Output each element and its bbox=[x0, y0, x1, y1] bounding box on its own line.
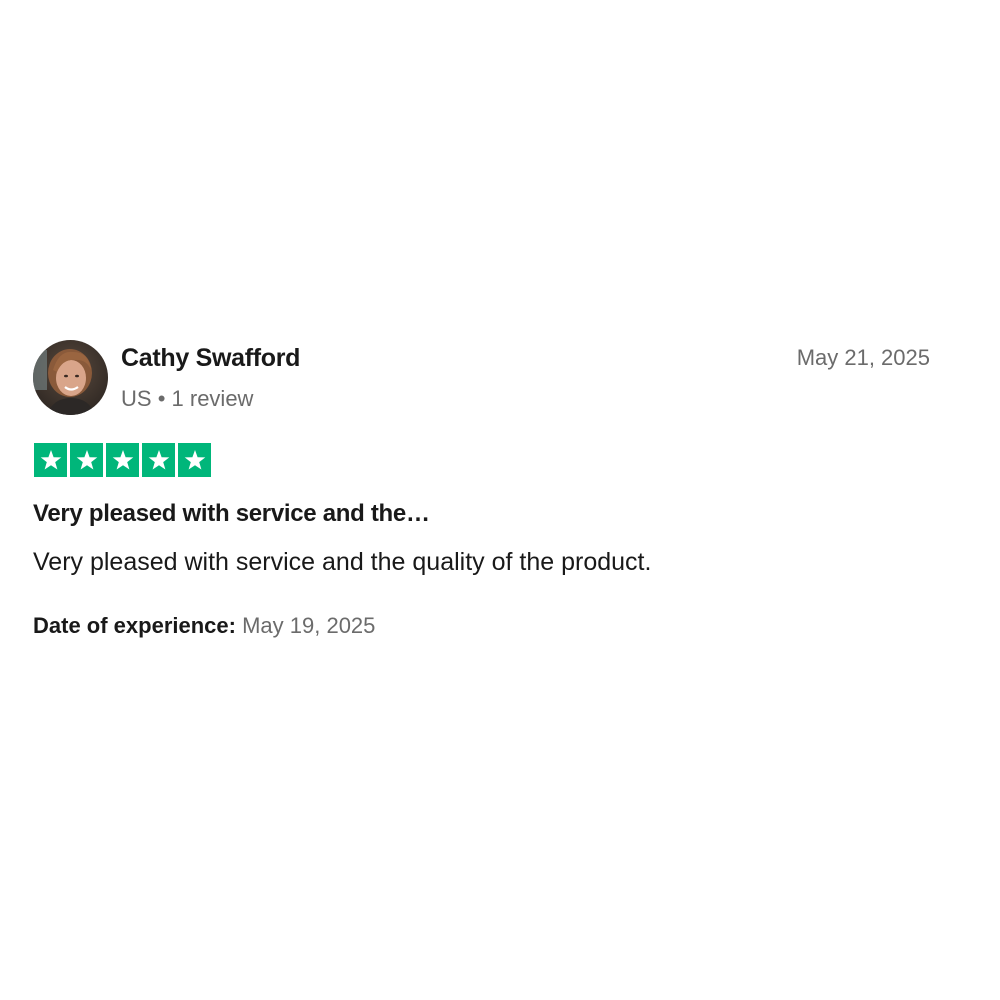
date-of-experience: Date of experience: May 19, 2025 bbox=[33, 613, 375, 639]
star-box bbox=[178, 443, 211, 477]
star-icon bbox=[112, 450, 133, 470]
review-date: May 21, 2025 bbox=[796, 345, 930, 370]
star-icon bbox=[76, 450, 97, 470]
star-box bbox=[34, 443, 67, 477]
reviewer-country: US bbox=[121, 386, 152, 411]
reviewer-name[interactable]: Cathy Swafford bbox=[121, 344, 300, 373]
experience-date: May 19, 2025 bbox=[242, 613, 376, 638]
star-icon bbox=[184, 450, 205, 470]
star-box bbox=[106, 443, 139, 477]
avatar-photo bbox=[33, 340, 108, 415]
reviewer-review-count[interactable]: 1 review bbox=[172, 386, 254, 411]
star-icon bbox=[40, 450, 61, 470]
star-box bbox=[70, 443, 103, 477]
star-box bbox=[142, 443, 175, 477]
avatar[interactable] bbox=[33, 340, 108, 415]
meta-separator: • bbox=[157, 386, 166, 411]
star-icon bbox=[148, 450, 169, 470]
star-rating bbox=[34, 443, 211, 477]
review-title[interactable]: Very pleased with service and the… bbox=[33, 500, 430, 528]
page: Cathy Swafford US • 1 review May 21, 202… bbox=[0, 0, 1000, 1000]
reviewer-meta: US • 1 review bbox=[121, 386, 253, 412]
experience-label: Date of experience: bbox=[33, 613, 236, 638]
review-body: Very pleased with service and the qualit… bbox=[33, 548, 652, 576]
